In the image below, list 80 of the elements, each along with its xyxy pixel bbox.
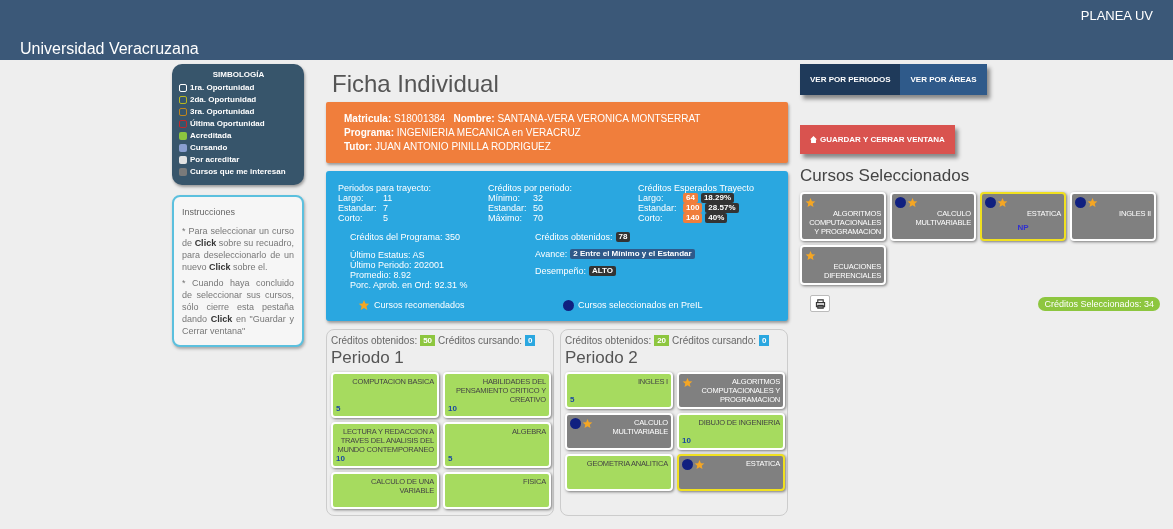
summary-label: Desempeño: <box>535 266 587 276</box>
summary-label: Largo: <box>638 193 665 203</box>
percent-tag: 28.57% <box>705 203 739 213</box>
credits-tag: 50 <box>420 335 436 346</box>
status-line: Último Periodo: 202001 <box>350 260 446 270</box>
summary-heading: Créditos por periodo: <box>488 183 574 193</box>
instructions-text: * Cuando haya concluido de seleccionar sus cursos, sólo cierre esta pestaña dando Click en "Guardar y Cerrar ventana" <box>182 277 294 337</box>
legend-title: SIMBOLOGÍA <box>212 70 265 79</box>
summary-label: Corto: <box>338 213 364 223</box>
value-tag: ALTO <box>589 266 617 276</box>
credits-label: Créditos cursando: <box>438 334 522 347</box>
course-credits: 5 <box>570 395 576 404</box>
key-label: Cursos seleccionados en PreIL <box>578 300 703 310</box>
view-tab[interactable]: VER POR ÁREAS <box>900 64 987 95</box>
view-tab[interactable]: VER POR PERIODOS <box>800 64 901 95</box>
key-label: Cursos recomendados <box>374 300 465 310</box>
value-tag: 78 <box>615 232 631 242</box>
summary-value: 11 <box>383 193 393 203</box>
status-line: Último Estatus: AS <box>350 250 426 260</box>
summary-label: Créditos obtenidos: <box>535 232 613 242</box>
credits-tag: 100 <box>683 203 703 213</box>
student-info: Programa: INGENIERIA MECANICA en VERACRUZ <box>344 127 582 138</box>
summary-value: 7 <box>383 203 388 213</box>
summary-label: Estandar: <box>638 203 678 213</box>
instructions-title: Instrucciones <box>182 207 237 217</box>
legend-label: 2da. Oportunidad <box>190 95 257 105</box>
course-credits: 5 <box>336 404 342 413</box>
legend-label: 1ra. Oportunidad <box>190 83 255 93</box>
summary-label: Estandar: <box>488 203 528 213</box>
period-title: Periodo 1 <box>331 348 405 368</box>
credits-label: Créditos obtenidos: <box>565 334 652 347</box>
legend-label: Cursando <box>190 143 228 153</box>
credits-tag: 0 <box>759 335 770 346</box>
print-button[interactable] <box>810 295 830 312</box>
period-title: Periodo 2 <box>565 348 639 368</box>
printer-icon <box>814 298 826 309</box>
legend-label: Cursos que me interesan <box>190 167 286 177</box>
summary-label: Avance: <box>535 249 568 259</box>
legend-label: Última Oportunidad <box>190 119 265 129</box>
app-name: PLANEA UV <box>1080 8 1153 23</box>
summary-label: Corto: <box>638 213 664 223</box>
credits-tag: 20 <box>654 335 670 346</box>
summary-label: Largo: <box>338 193 365 203</box>
credits-label: Créditos obtenidos: <box>331 334 418 347</box>
student-info: Matricula: S18001384 Nombre: SANTANA-VERA VERONICA MONTSERRAT <box>344 113 702 124</box>
house-icon <box>810 136 817 143</box>
save-button[interactable]: GUARDAR Y CERRAR VENTANA <box>800 125 955 154</box>
legend-label: 3ra. Oportunidad <box>190 107 255 117</box>
summary-value: 32 <box>533 193 543 203</box>
summary-label: Mínimo: <box>488 193 521 203</box>
selected-credits: Créditos Seleccionados: 34 <box>1038 296 1160 311</box>
summary-heading: Periodos para trayecto: <box>338 183 433 193</box>
legend-label: Acreditada <box>190 131 232 141</box>
course-credits: 10 <box>448 404 458 413</box>
summary-label: Estandar: <box>338 203 378 213</box>
course-credits: 10 <box>336 454 346 463</box>
status-line: Porc. Aprob. en Ord: 92.31 % <box>350 280 469 290</box>
summary-value: 5 <box>383 213 388 223</box>
summary-label: Máximo: <box>488 213 523 223</box>
summary-heading: Créditos Esperados Trayecto <box>638 183 756 193</box>
credits-label: Créditos cursando: <box>672 334 756 347</box>
value-tag: 2 Entre el Mínimo y el Estandar <box>570 249 695 259</box>
section-title: Cursos Seleccionados <box>800 166 970 186</box>
page-title: Ficha Individual <box>332 70 500 98</box>
student-info: Tutor: JUAN ANTONIO PINILLA RODRIGUEZ <box>344 141 552 152</box>
credits-tag: 0 <box>525 335 536 346</box>
program-credits: Créditos del Programa: 350 <box>350 232 462 242</box>
course-credits: 5 <box>448 454 454 463</box>
course-credits: 10 <box>682 436 692 445</box>
status-line: Promedio: 8.92 <box>350 270 413 280</box>
legend-label: Por acreditar <box>190 155 240 165</box>
summary-value: 50 <box>533 203 543 213</box>
university-name: Universidad Veracruzana <box>20 40 200 58</box>
credits-tag: 64 <box>683 193 698 203</box>
course-note: NP <box>1017 222 1029 232</box>
summary-value: 70 <box>533 213 543 223</box>
percent-tag: 18.29% <box>700 193 735 203</box>
instructions-text: * Para seleccionar un curso de Click sobre su recuadro, para deseleccionarlo de un nuevo Click sobre el. <box>182 225 294 273</box>
credits-tag: 140 <box>683 213 703 223</box>
percent-tag: 40% <box>705 213 728 223</box>
